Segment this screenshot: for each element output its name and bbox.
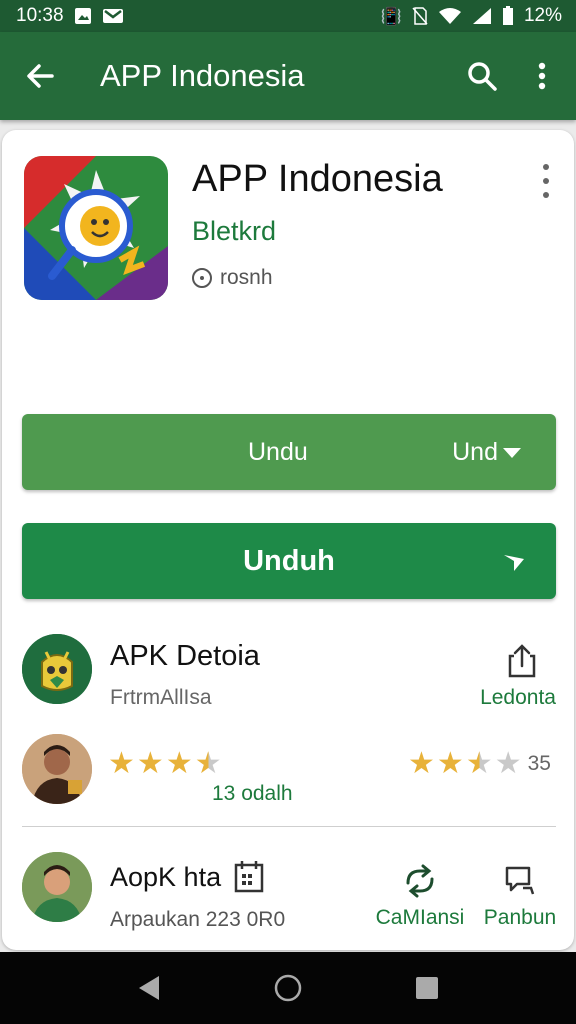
app-bar-title: APP Indonesia <box>100 58 305 93</box>
action-camera[interactable]: CaMIansi <box>372 862 468 930</box>
card-more-icon[interactable] <box>536 164 556 198</box>
half-star-icon: ★ <box>194 747 222 780</box>
download-options-dropdown[interactable]: Und <box>452 438 522 467</box>
download-options-label: Und <box>452 438 498 466</box>
empty-star-icon: ★ <box>494 747 522 780</box>
navigation-bar <box>0 952 576 1024</box>
unduh-button-label: Unduh <box>243 545 335 577</box>
vibrate-icon: 📳 <box>380 6 402 26</box>
rating-stars-left: ★ ★ ★ ★ <box>108 746 222 781</box>
download-button[interactable]: Undu Und <box>22 414 556 490</box>
status-bar: 10:38 📳 12% <box>0 0 576 32</box>
info-circle-icon <box>192 268 212 288</box>
user-avatar <box>22 852 92 922</box>
star-icon: ★ <box>136 747 164 780</box>
bottom-app-title-wrap: AopK hta <box>110 860 265 894</box>
download-button-label: Undu <box>248 438 308 466</box>
bottom-app-title: AopK hta <box>110 861 222 892</box>
search-icon[interactable] <box>462 56 502 96</box>
app-bar: APP Indonesia <box>0 32 576 120</box>
action-panbun[interactable]: Panbun <box>474 862 566 930</box>
android-app-avatar <box>22 634 92 704</box>
related-app-subtitle: FrtrmAllIsa <box>110 686 212 709</box>
developer-link[interactable]: Bletkrd <box>192 216 276 247</box>
action-panbun-label: Panbun <box>483 906 557 929</box>
reviewer-avatar <box>22 734 92 804</box>
rating-row: ★ ★ ★ ★ 13 odalh ★ ★ ★ ★ 35 <box>2 734 574 824</box>
related-app-link[interactable]: Ledonta <box>480 686 556 710</box>
battery-level: 12% <box>523 5 562 26</box>
gmail-icon <box>102 9 123 23</box>
app-title: APP Indonesia <box>192 158 443 200</box>
nav-home-icon[interactable] <box>264 964 312 1012</box>
nav-recents-icon[interactable] <box>403 964 451 1012</box>
rating-caption: 13 odalh <box>212 782 293 805</box>
message-icon <box>505 866 535 895</box>
related-app-title: APK Detoia <box>110 640 260 672</box>
wifi-icon <box>438 8 461 24</box>
more-vert-icon[interactable] <box>522 56 562 96</box>
star-icon: ★ <box>108 747 135 780</box>
half-star-icon: ★ <box>465 747 493 780</box>
star-icon: ★ <box>436 747 464 780</box>
star-icon: ★ <box>408 747 435 780</box>
rating-count: 35 <box>527 751 551 775</box>
signal-icon <box>472 8 491 24</box>
app-detail-card: APP Indonesia Bletkrd rosnh Undu Und Und… <box>2 130 574 950</box>
send-arrow-icon <box>504 555 524 571</box>
action-camera-label: CaMIansi <box>375 906 465 929</box>
star-icon: ★ <box>165 747 193 780</box>
app-icon <box>24 156 168 300</box>
share-icon[interactable] <box>504 642 540 680</box>
calendar-icon <box>234 861 264 893</box>
bottom-app-subtitle: Arpaukan 223 0R0 <box>110 908 286 931</box>
status-time: 10:38 <box>16 5 64 26</box>
chevron-down-icon <box>503 447 521 458</box>
bottom-app-row[interactable]: AopK hta Arpaukan 223 0R0 CaMIansi Panbu… <box>2 852 574 942</box>
rating-stars-right: ★ ★ ★ ★ 35 <box>408 746 551 781</box>
app-meta-text: rosnh <box>220 266 273 289</box>
no-sim-icon <box>412 7 428 25</box>
related-app-row[interactable]: APK Detoia FrtrmAllIsa Ledonta <box>2 630 574 730</box>
divider <box>22 826 556 827</box>
app-meta: rosnh <box>192 266 273 290</box>
back-arrow-icon[interactable] <box>20 56 60 96</box>
unduh-button[interactable]: Unduh <box>22 523 556 599</box>
swap-icon <box>406 864 434 898</box>
battery-icon <box>502 6 513 25</box>
image-notification-icon <box>74 8 91 24</box>
nav-back-icon[interactable] <box>125 964 173 1012</box>
